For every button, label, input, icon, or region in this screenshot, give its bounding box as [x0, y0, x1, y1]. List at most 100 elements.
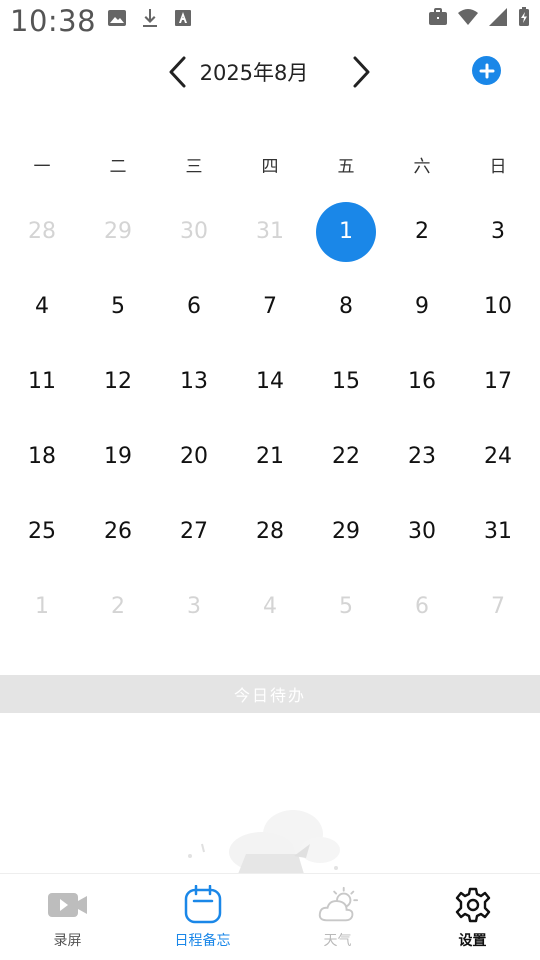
todo-header: 今日待办: [0, 675, 540, 713]
weekday-label: 六: [413, 157, 431, 177]
day-number: 30: [180, 219, 208, 244]
add-event-button[interactable]: [472, 56, 501, 85]
day-number: 6: [415, 594, 429, 619]
day-number: 19: [104, 444, 132, 469]
day-cell[interactable]: 2: [384, 194, 460, 269]
day-number: 17: [484, 369, 512, 394]
signal-icon: [489, 8, 507, 26]
battery-icon: [519, 7, 529, 26]
plus-icon: [479, 63, 494, 78]
day-cell[interactable]: 7: [232, 269, 308, 344]
nav-label-weather: 天气: [323, 933, 352, 949]
day-number: 2: [415, 219, 429, 244]
day-cell[interactable]: 27: [156, 494, 232, 569]
day-number: 31: [256, 219, 284, 244]
nav-item-schedule[interactable]: 日程备忘: [135, 874, 270, 960]
day-number: 5: [339, 594, 353, 619]
day-cell[interactable]: 31: [460, 494, 536, 569]
day-cell[interactable]: 3: [460, 194, 536, 269]
day-number: 29: [332, 519, 360, 544]
day-cell[interactable]: 6: [384, 569, 460, 644]
day-cell[interactable]: 30: [156, 194, 232, 269]
chevron-left-icon: [169, 56, 186, 88]
day-number: 2: [111, 594, 125, 619]
nav-item-settings[interactable]: 设置: [405, 874, 540, 960]
day-number: 27: [180, 519, 208, 544]
day-number: 16: [408, 369, 436, 394]
day-number: 9: [415, 294, 429, 319]
day-cell[interactable]: 10: [460, 269, 536, 344]
nav-item-weather[interactable]: 天气: [270, 874, 405, 960]
status-time: 10:38: [10, 4, 97, 38]
day-cell[interactable]: 11: [4, 344, 80, 419]
calendar-icon: [182, 885, 224, 924]
day-cell[interactable]: 15: [308, 344, 384, 419]
next-month-button[interactable]: [342, 52, 382, 92]
day-number: 15: [332, 369, 360, 394]
day-cell[interactable]: 18: [4, 419, 80, 494]
weekday-label: 五: [337, 157, 355, 177]
day-cell[interactable]: 24: [460, 419, 536, 494]
gear-icon: [452, 886, 494, 924]
day-cell[interactable]: 28: [232, 494, 308, 569]
day-number: 28: [256, 519, 284, 544]
day-cell[interactable]: 19: [80, 419, 156, 494]
day-cell[interactable]: 16: [384, 344, 460, 419]
day-cell[interactable]: 30: [384, 494, 460, 569]
weekday-label: 日: [489, 157, 507, 177]
nav-item-record[interactable]: 录屏: [0, 874, 135, 960]
day-cell[interactable]: 29: [80, 194, 156, 269]
day-cell[interactable]: 12: [80, 344, 156, 419]
day-cell[interactable]: 8: [308, 269, 384, 344]
day-cell[interactable]: 25: [4, 494, 80, 569]
day-number: 12: [104, 369, 132, 394]
day-number: 13: [180, 369, 208, 394]
status-bar: 10:38: [0, 0, 540, 40]
day-cell[interactable]: 29: [308, 494, 384, 569]
prev-month-button[interactable]: [157, 52, 197, 92]
todo-title: 今日待办: [233, 686, 306, 705]
day-cell[interactable]: 14: [232, 344, 308, 419]
day-number: 31: [484, 519, 512, 544]
font-icon: [175, 10, 191, 26]
day-number: 3: [187, 594, 201, 619]
day-cell[interactable]: 17: [460, 344, 536, 419]
day-number: 8: [339, 294, 353, 319]
weekday-label: 一: [33, 157, 51, 177]
weekday-label: 四: [261, 157, 279, 177]
day-number: 20: [180, 444, 208, 469]
nav-label-record: 录屏: [53, 933, 82, 949]
day-cell[interactable]: 3: [156, 569, 232, 644]
day-cell[interactable]: 20: [156, 419, 232, 494]
nav-label-schedule: 日程备忘: [174, 933, 231, 949]
day-cell-selected[interactable]: 1: [308, 194, 384, 269]
day-cell[interactable]: 1: [4, 569, 80, 644]
day-cell[interactable]: 5: [80, 269, 156, 344]
day-number: 5: [111, 294, 125, 319]
day-cell[interactable]: 2: [80, 569, 156, 644]
day-number: 7: [263, 294, 277, 319]
day-cell[interactable]: 31: [232, 194, 308, 269]
day-cell[interactable]: 6: [156, 269, 232, 344]
day-cell[interactable]: 22: [308, 419, 384, 494]
chevron-right-icon: [353, 56, 370, 88]
day-number: 28: [28, 219, 56, 244]
day-cell[interactable]: 28: [4, 194, 80, 269]
day-cell[interactable]: 26: [80, 494, 156, 569]
day-cell[interactable]: 4: [4, 269, 80, 344]
day-cell[interactable]: 7: [460, 569, 536, 644]
day-number: 18: [28, 444, 56, 469]
briefcase-icon: [429, 8, 447, 25]
day-number: 22: [332, 444, 360, 469]
day-number: 10: [484, 294, 512, 319]
day-cell[interactable]: 21: [232, 419, 308, 494]
day-cell[interactable]: 13: [156, 344, 232, 419]
day-number: 6: [187, 294, 201, 319]
day-cell[interactable]: 9: [384, 269, 460, 344]
day-number: 25: [28, 519, 56, 544]
day-cell[interactable]: 23: [384, 419, 460, 494]
day-cell[interactable]: 5: [308, 569, 384, 644]
day-cell[interactable]: 4: [232, 569, 308, 644]
calendar-grid: 28 29 30 31 1 2 3 4 5 6 7 8 9 10 11 12 13 14 15 16 17 18 19 20 2…: [4, 194, 536, 644]
day-number: 1: [35, 594, 49, 619]
